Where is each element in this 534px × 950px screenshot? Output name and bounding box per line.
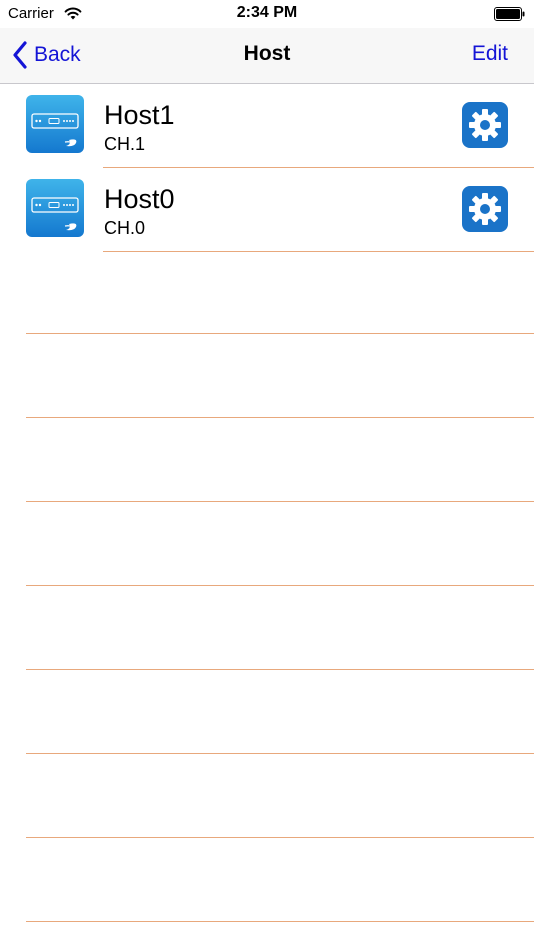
battery-icon bbox=[494, 7, 525, 21]
empty-row-separator bbox=[26, 921, 534, 922]
navigation-bar: Back Host Edit bbox=[0, 28, 534, 84]
empty-row-separator bbox=[26, 753, 534, 754]
screen: Carrier 2:34 PM Back Host Edit Host1 CH.… bbox=[0, 0, 534, 950]
host-list: Host1 CH.1 Host0 CH.0 bbox=[0, 84, 534, 252]
row-separator bbox=[103, 251, 534, 252]
host-name: Host1 bbox=[104, 100, 175, 130]
empty-row-separator bbox=[26, 585, 534, 586]
host-row-host1[interactable]: Host1 CH.1 bbox=[0, 84, 534, 168]
status-bar: Carrier 2:34 PM bbox=[0, 0, 534, 28]
host-channel: CH.0 bbox=[104, 218, 146, 238]
host-channel: CH.1 bbox=[104, 134, 146, 154]
status-time: 2:34 PM bbox=[236, 4, 298, 21]
blu-ray-player-icon bbox=[26, 179, 84, 237]
edit-button[interactable]: Edit bbox=[472, 42, 508, 66]
host-settings-button[interactable] bbox=[462, 102, 508, 148]
gear-icon bbox=[469, 193, 501, 225]
empty-row-separator bbox=[26, 333, 534, 334]
page-title: Host bbox=[243, 42, 291, 65]
empty-row-separator bbox=[26, 837, 534, 838]
host-row-host0[interactable]: Host0 CH.0 bbox=[0, 168, 534, 252]
empty-row-separator bbox=[26, 501, 534, 502]
empty-row-separator bbox=[26, 669, 534, 670]
gear-icon bbox=[469, 109, 501, 141]
blu-ray-player-icon bbox=[26, 95, 84, 153]
host-settings-button[interactable] bbox=[462, 186, 508, 232]
host-name: Host0 bbox=[104, 184, 175, 214]
empty-row-separator bbox=[26, 417, 534, 418]
